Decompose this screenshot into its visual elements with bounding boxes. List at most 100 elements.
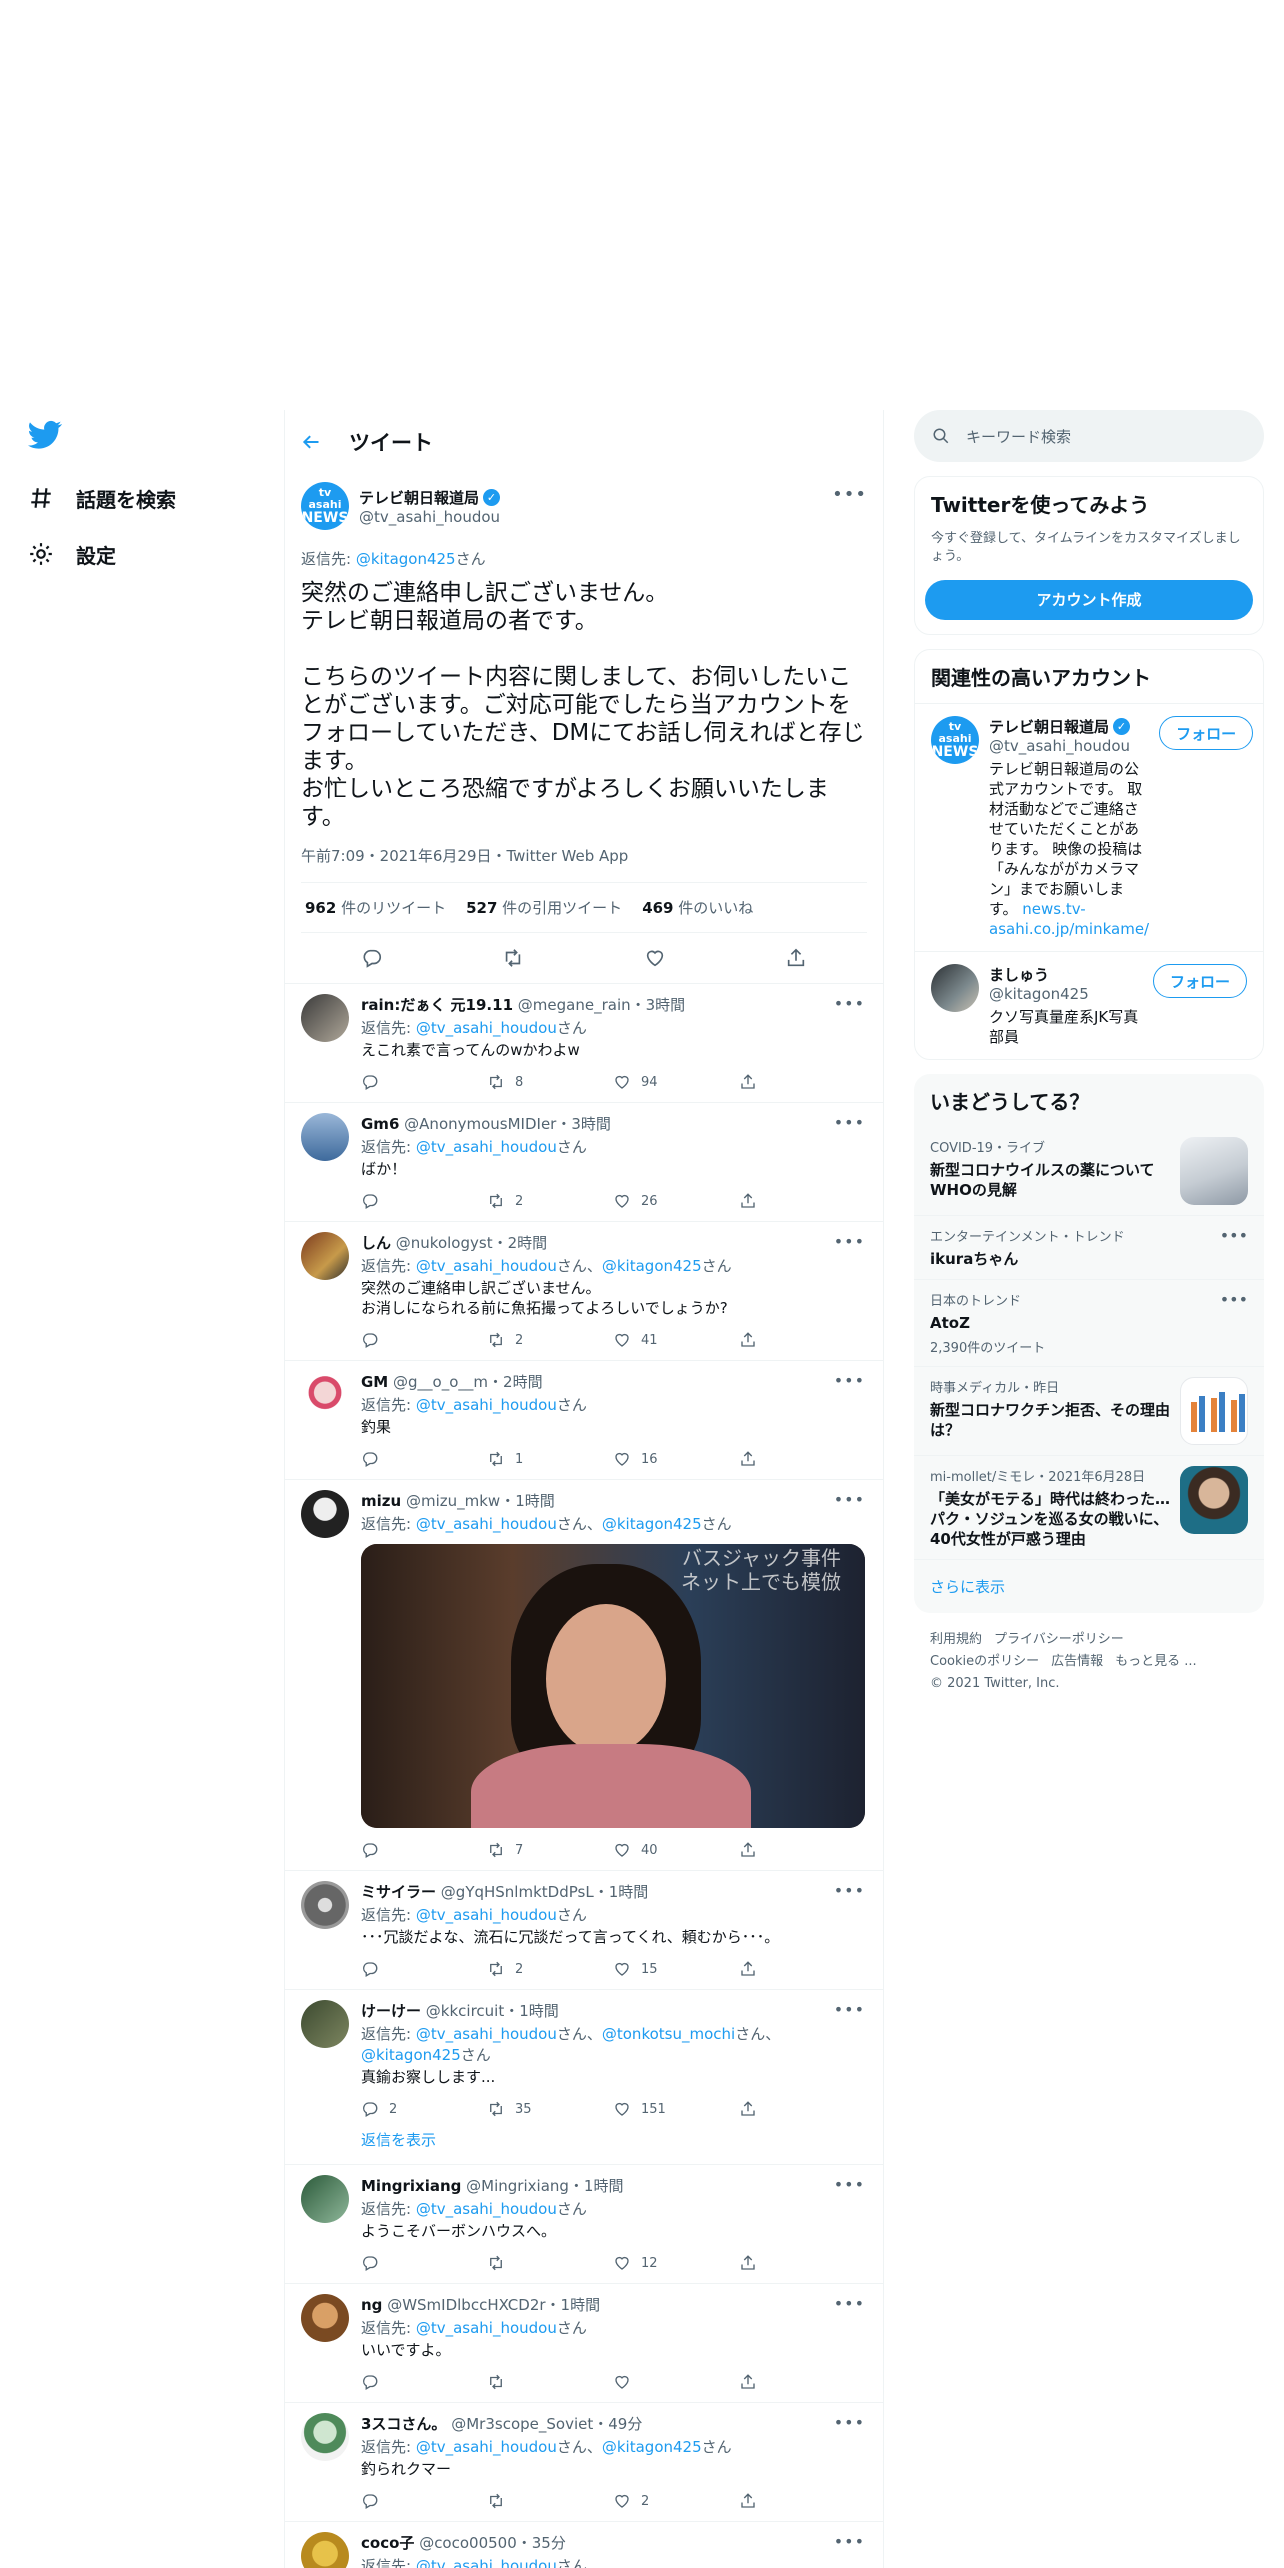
nav-explore[interactable]: 話題を検索 [28,470,248,526]
reply-button[interactable] [361,1960,487,1978]
footer-link[interactable]: 利用規約 [930,1632,982,1647]
reply-button[interactable] [361,2373,487,2391]
reply-to-link[interactable]: @tv_asahi_houdou [416,1515,557,1533]
reply-to-link[interactable]: @tv_asahi_houdou [416,2200,557,2218]
retweet-button[interactable]: 2 [487,1331,613,1349]
reply-author-name[interactable]: Mingrixiang [361,2177,461,2195]
more-options-icon[interactable]: ••• [834,2000,865,2019]
reply-author-name[interactable]: GM [361,1373,388,1391]
like-button[interactable]: 40 [613,1841,739,1859]
show-replies-link[interactable]: 返信を表示 [285,2129,883,2165]
reply-button[interactable] [361,1450,487,1468]
reply-author-name[interactable]: rain:だぁく 元19.11 [361,996,513,1014]
reply-author-name[interactable]: けーけー [361,2002,421,2020]
related-account[interactable]: ましゅう @kitagon425 クソ写真量産系JK写真部員 フォロー [915,951,1263,1059]
avatar[interactable] [301,2294,349,2342]
reply-author-handle[interactable]: @g__o_o__m [393,1373,488,1391]
reply-tweet[interactable]: rain:だぁく 元19.11 @megane_rain・3時間 返信先: @t… [285,984,883,1103]
reply-time[interactable]: ・2時間 [493,1234,548,1252]
like-button[interactable]: 2 [613,2492,739,2510]
retweet-icon[interactable] [502,947,524,969]
reply-tweet[interactable]: Gm6 @AnonymousMIDIer・3時間 返信先: @tv_asahi_… [285,1103,883,1222]
nav-settings[interactable]: 設定 [28,526,248,582]
search-input[interactable]: キーワード検索 [914,410,1264,462]
reply-time[interactable]: ・49分 [593,2415,642,2433]
tweet-author[interactable]: tv asahi NEWS テレビ朝日報道局 ✓ @tv_asahi_houdou… [301,482,867,530]
tweet-media-image[interactable]: バスジャック事件 ネット上でも模倣 [361,1544,865,1828]
reply-author-handle[interactable]: @megane_rain [518,996,631,1014]
avatar[interactable] [301,994,349,1042]
share-button[interactable] [739,1192,865,1210]
like-button[interactable]: 16 [613,1450,739,1468]
like-button[interactable] [613,2373,739,2391]
reply-to-link[interactable]: @tv_asahi_houdou [416,2438,557,2456]
avatar[interactable] [301,2175,349,2223]
retweet-button[interactable]: 35 [487,2100,613,2118]
share-button[interactable] [739,2100,865,2118]
reply-button[interactable] [361,1192,487,1210]
like-button[interactable]: 41 [613,1331,739,1349]
show-more-link[interactable]: さらに表示 [914,1560,1264,1613]
reply-author-name[interactable]: ミサイラー [361,1883,436,1901]
reply-tweet[interactable]: Mingrixiang @Mingrixiang・1時間 返信先: @tv_as… [285,2165,883,2284]
share-button[interactable] [739,2492,865,2510]
reply-to-link[interactable]: @tv_asahi_houdou [416,2557,557,2568]
avatar[interactable] [301,2532,349,2568]
reply-to-link[interactable]: @tv_asahi_houdou [416,1906,557,1924]
twitter-bird-icon[interactable] [28,420,64,456]
reply-button[interactable] [361,1841,487,1859]
more-options-icon[interactable]: ••• [832,484,867,505]
retweet-button[interactable]: 1 [487,1450,613,1468]
reply-button[interactable]: 2 [361,2100,487,2118]
more-options-icon[interactable]: ••• [1220,1290,1248,1309]
account-name[interactable]: テレビ朝日報道局 [989,716,1109,737]
reply-time[interactable]: ・1時間 [594,1883,649,1901]
share-button[interactable] [739,1841,865,1859]
reply-button[interactable] [361,1073,487,1091]
more-options-icon[interactable]: ••• [834,1113,865,1132]
reply-author-handle[interactable]: @kkcircuit [426,2002,504,2020]
share-button[interactable] [739,1073,865,1091]
reply-tweet[interactable]: しん @nukologyst・2時間 返信先: @tv_asahi_houdou… [285,1222,883,1361]
like-button[interactable]: 26 [613,1192,739,1210]
reply-tweet[interactable]: GM @g__o_o__m・2時間 返信先: @tv_asahi_houdouさ… [285,1361,883,1480]
reply-author-name[interactable]: しん [361,1234,391,1252]
retweet-button[interactable] [487,2254,613,2272]
like-count[interactable]: 469 件のいいね [642,897,753,918]
like-button[interactable]: 15 [613,1960,739,1978]
reply-time[interactable]: ・2時間 [488,1373,543,1391]
retweet-button[interactable] [487,2492,613,2510]
reply-to-link[interactable]: @tv_asahi_houdou [416,2319,557,2337]
more-options-icon[interactable]: ••• [834,994,865,1013]
reply-to-link[interactable]: @tv_asahi_houdou [416,1019,557,1037]
reply-to-link[interactable]: @kitagon425 [602,1257,702,1275]
reply-author-handle[interactable]: @Mingrixiang [466,2177,569,2195]
reply-time[interactable]: ・1時間 [546,2296,601,2314]
reply-time[interactable]: ・3時間 [556,1115,611,1133]
footer-link[interactable]: 広告情報 [1051,1654,1103,1669]
reply-to-link[interactable]: @tonkotsu_mochi [602,2025,735,2043]
author-handle[interactable]: @tv_asahi_houdou [359,508,500,526]
create-account-button[interactable]: アカウント作成 [925,580,1253,620]
reply-author-handle[interactable]: @AnonymousMIDIer [404,1115,556,1133]
more-options-icon[interactable]: ••• [834,1371,865,1390]
footer-link[interactable]: Cookieのポリシー [930,1654,1039,1669]
trend-item[interactable]: 日本のトレンド AtoZ 2,390件のツイート ••• [914,1280,1264,1367]
share-button[interactable] [739,1450,865,1468]
reply-button[interactable] [361,2492,487,2510]
trend-item[interactable]: エンターテインメント・トレンド ikuraちゃん ••• [914,1216,1264,1280]
avatar[interactable] [931,964,979,1012]
quote-count[interactable]: 527 件の引用ツイート [466,897,622,918]
more-options-icon[interactable]: ••• [834,1232,865,1251]
reply-author-name[interactable]: ng [361,2296,382,2314]
reply-author-handle[interactable]: @Mr3scope_Soviet [451,2415,593,2433]
reply-to-link[interactable]: @tv_asahi_houdou [416,1257,557,1275]
reply-tweet[interactable]: mizu @mizu_mkw・1時間 返信先: @tv_asahi_houdou… [285,1480,883,1871]
reply-author-name[interactable]: coco子 [361,2534,414,2552]
reply-author-handle[interactable]: @nukologyst [396,1234,493,1252]
retweet-button[interactable]: 8 [487,1073,613,1091]
avatar[interactable] [301,1232,349,1280]
reply-author-handle[interactable]: @gYqHSnlmktDdPsL [441,1883,594,1901]
related-account[interactable]: tv asahi NEWS テレビ朝日報道局 ✓ @tv_asahi_houdou … [915,703,1263,951]
reply-tweet[interactable]: けーけー @kkcircuit・1時間 返信先: @tv_asahi_houdo… [285,1990,883,2129]
